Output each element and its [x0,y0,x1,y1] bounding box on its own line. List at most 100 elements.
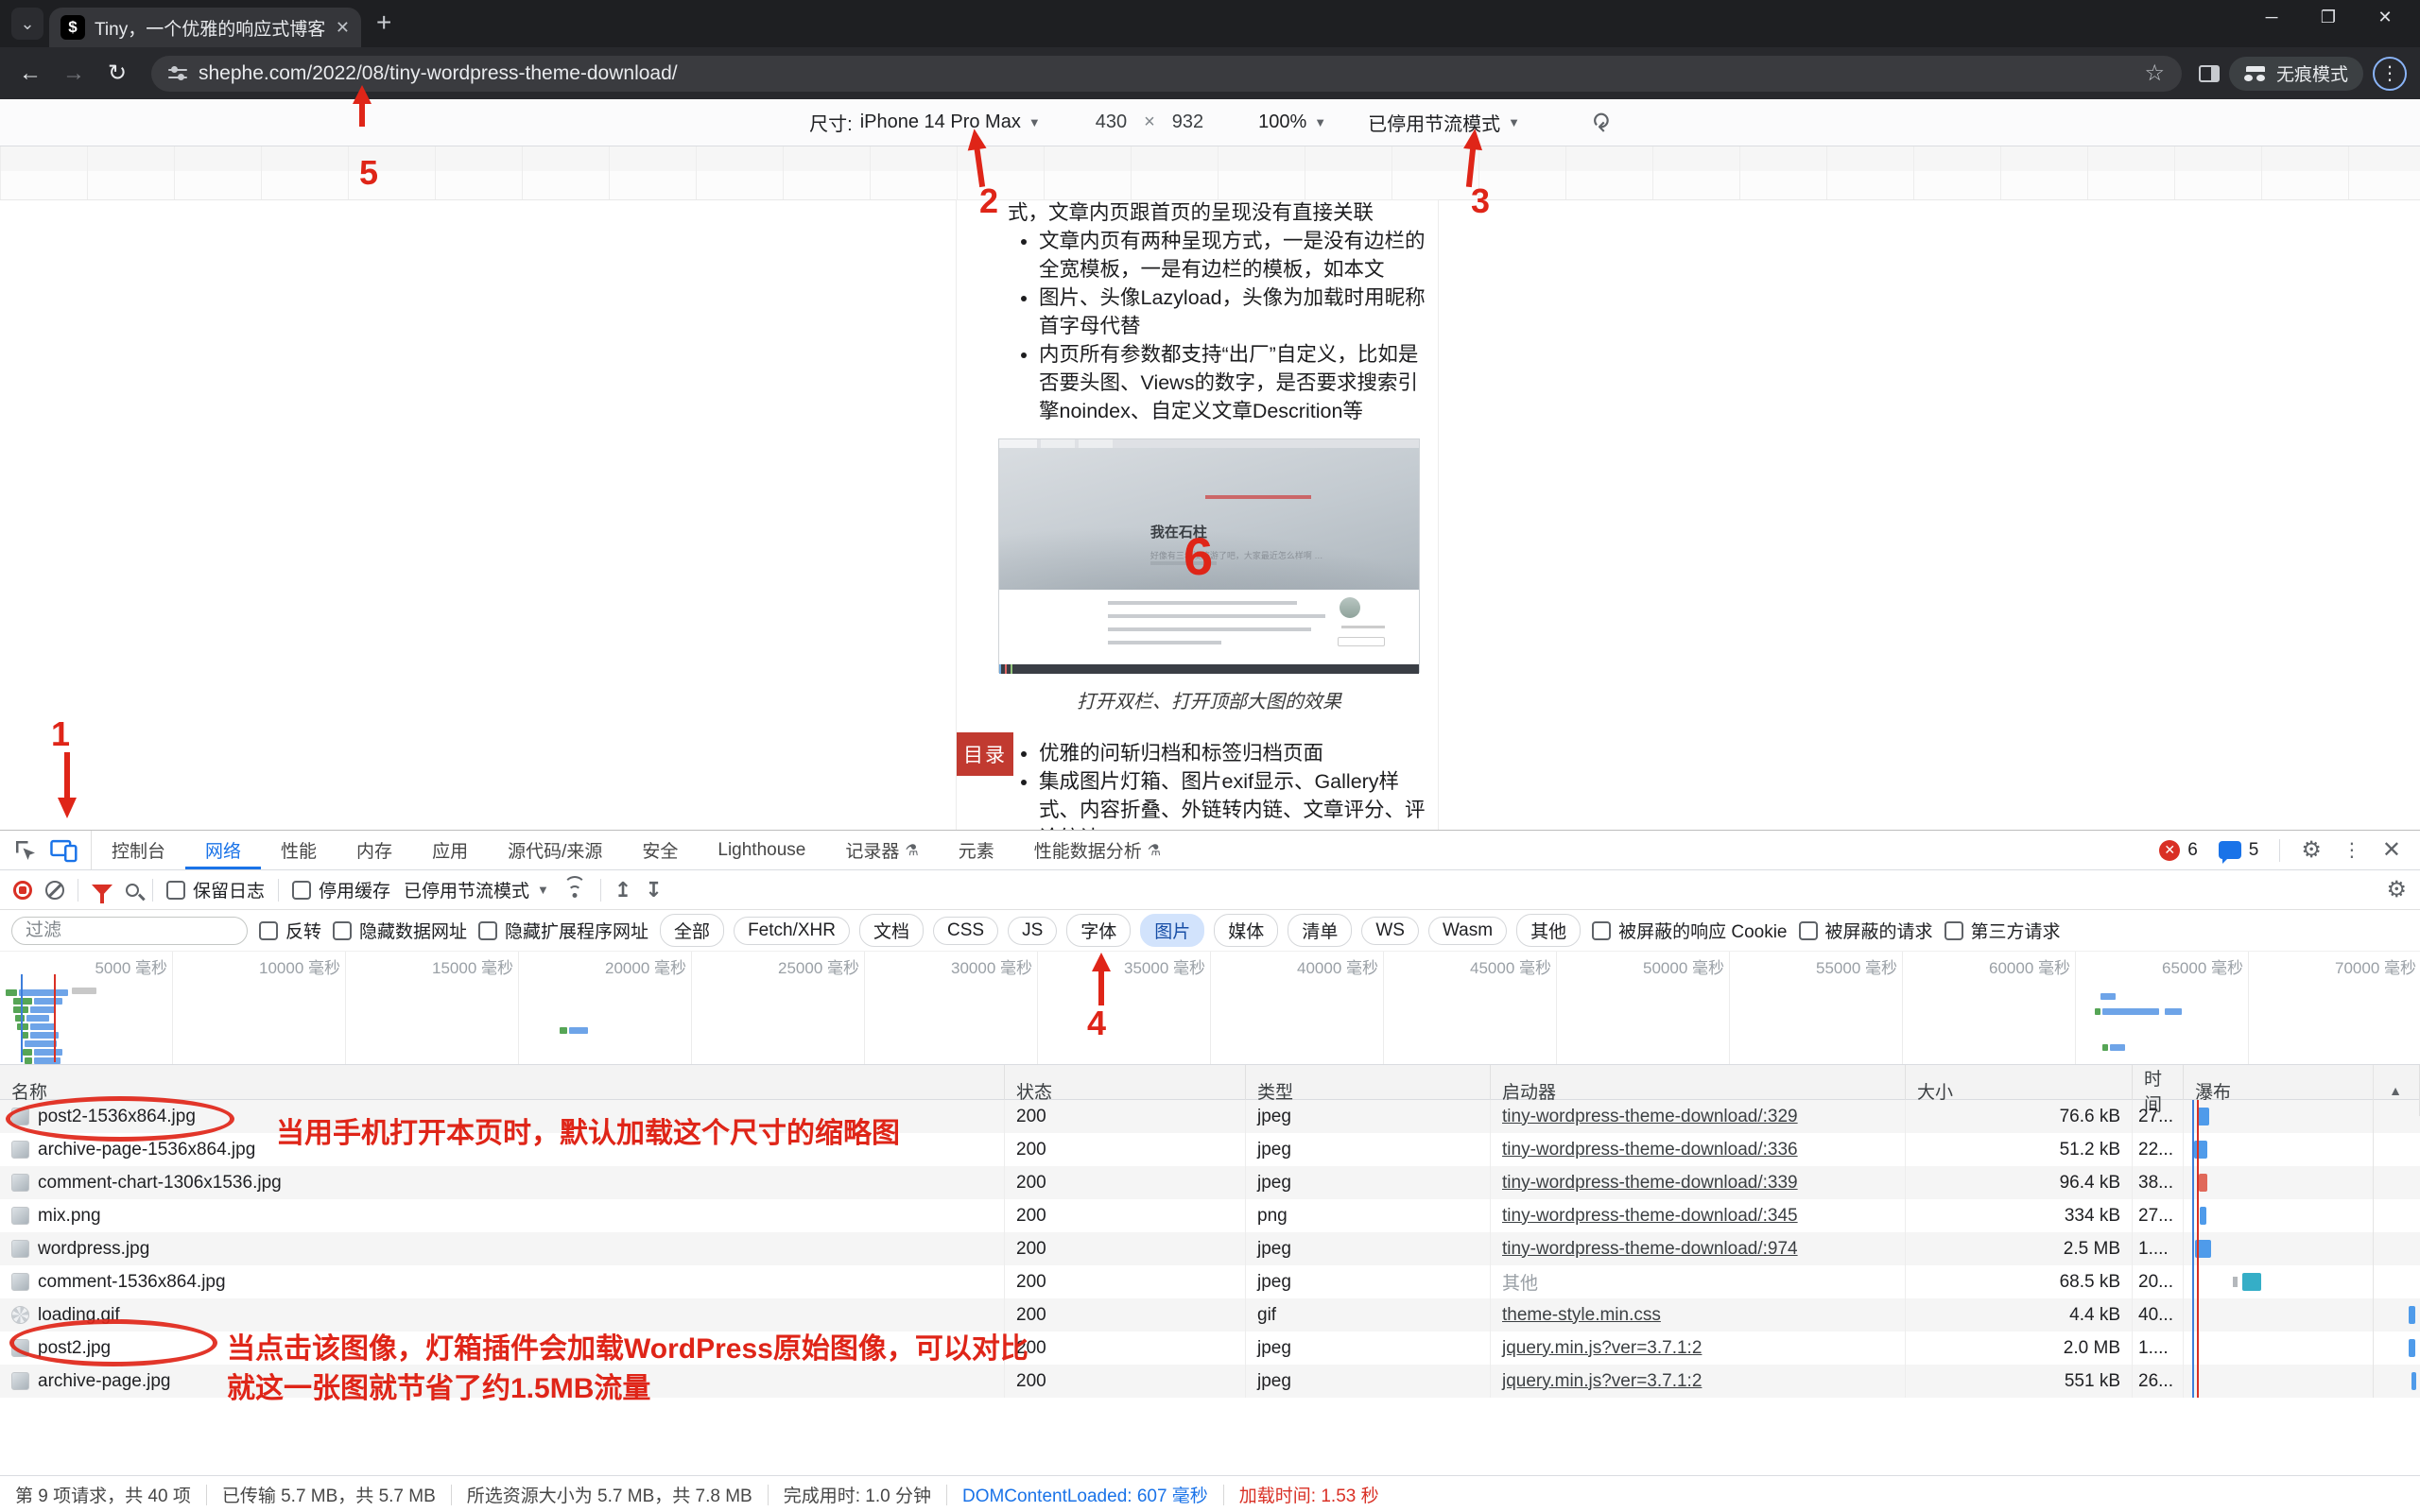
filter-chip-字体[interactable]: 字体 [1066,914,1131,947]
table-row[interactable]: comment-1536x864.jpg200jpeg其他68.5 kB20..… [0,1265,2420,1298]
request-initiator[interactable]: jquery.min.js?ver=3.7.1:2 [1491,1365,1906,1398]
disable-cache-checkbox[interactable]: 停用缓存 [292,877,390,902]
filter-chip-图片[interactable]: 图片 [1140,914,1204,947]
devtools-tab-安全[interactable]: 安全 [622,831,698,869]
request-name-cell[interactable]: comment-1536x864.jpg [0,1265,1005,1298]
devtools-tab-控制台[interactable]: 控制台 [92,831,185,869]
error-badge[interactable]: ✕ 6 [2159,840,2198,861]
hide-extension-urls-checkbox[interactable]: 隐藏扩展程序网址 [478,918,648,943]
devtools-tab-内存[interactable]: 内存 [337,831,412,869]
table-row[interactable]: mix.png200pngtiny-wordpress-theme-downlo… [0,1199,2420,1232]
devtools-settings-gear-icon[interactable]: ⚙ [2301,836,2322,864]
request-initiator[interactable]: tiny-wordpress-theme-download/:336 [1491,1133,1906,1166]
tab-close-icon[interactable]: ✕ [336,18,350,38]
network-conditions-icon[interactable] [562,882,587,899]
filter-chip-CSS[interactable]: CSS [933,917,998,945]
request-name-cell[interactable]: post2-1536x864.jpg [0,1100,1005,1133]
devtools-close-icon[interactable]: ✕ [2382,836,2401,864]
blocked-requests-checkbox[interactable]: 被屏蔽的请求 [1799,918,1933,943]
search-icon[interactable] [126,884,139,897]
zoom-select[interactable]: 100% [1258,112,1306,133]
devtools-tab-网络[interactable]: 网络 [185,831,261,869]
filter-chip-媒体[interactable]: 媒体 [1214,914,1278,947]
issues-badge[interactable]: 5 [2219,840,2259,861]
devtools-menu-icon[interactable]: ⋮ [2342,838,2361,862]
site-settings-icon[interactable] [168,66,187,81]
maximize-button[interactable]: ❐ [2314,8,2342,27]
filter-chip-Wasm[interactable]: Wasm [1428,917,1507,945]
hide-data-urls-checkbox[interactable]: 隐藏数据网址 [333,918,467,943]
table-row[interactable]: archive-page-1536x864.jpg200jpegtiny-wor… [0,1133,2420,1166]
devtools-tab-源代码/来源[interactable]: 源代码/来源 [488,831,622,869]
device-toolbar-toggle-icon[interactable] [49,836,79,865]
devtools-tab-Lighthouse[interactable]: Lighthouse [698,831,825,869]
filter-chip-JS[interactable]: JS [1008,917,1057,945]
request-name-cell[interactable]: mix.png [0,1199,1005,1232]
devtools-tab-记录器[interactable]: 记录器⚗ [825,831,938,869]
tab-search-button[interactable]: ⌄ [11,8,43,40]
forward-button[interactable]: → [57,60,91,87]
table-row[interactable]: loading.gif200giftheme-style.min.css4.4 … [0,1298,2420,1332]
request-name-cell[interactable]: wordpress.jpg [0,1232,1005,1265]
devtools-tab-元素[interactable]: 元素 [939,831,1014,869]
table-row[interactable]: archive-page.jpg200jpegjquery.min.js?ver… [0,1365,2420,1398]
request-initiator[interactable]: tiny-wordpress-theme-download/:329 [1491,1100,1906,1133]
toc-badge[interactable]: 目录 [957,732,1013,776]
filter-chip-清单[interactable]: 清单 [1288,914,1352,947]
checkbox[interactable] [166,881,185,900]
omnibox[interactable]: shephe.com/2022/08/tiny-wordpress-theme-… [151,56,2182,92]
minimize-button[interactable]: ─ [2257,8,2286,27]
viewport-height-field[interactable]: 932 [1172,112,1203,133]
record-network-log-icon[interactable] [13,881,32,900]
devtools-tab-性能[interactable]: 性能 [261,831,337,869]
table-row[interactable]: comment-chart-1306x1536.jpg200jpegtiny-w… [0,1166,2420,1199]
side-panel-icon[interactable] [2199,65,2220,82]
invert-checkbox[interactable]: 反转 [259,918,321,943]
new-tab-button[interactable]: + [376,8,391,38]
bookmark-star-icon[interactable]: ☆ [2144,60,2165,87]
request-initiator[interactable]: jquery.min.js?ver=3.7.1:2 [1491,1332,1906,1365]
import-har-icon[interactable]: ↥ [614,878,631,902]
filter-icon[interactable] [92,885,112,896]
request-name-cell[interactable]: comment-chart-1306x1536.jpg [0,1166,1005,1199]
filter-chip-全部[interactable]: 全部 [660,914,724,947]
window-close-button[interactable]: ✕ [2371,8,2399,27]
filter-input[interactable] [11,917,248,945]
network-throttling-select[interactable]: 已停用节流模式 ▼ [404,877,549,902]
checkbox[interactable] [292,881,311,900]
network-settings-gear-icon[interactable]: ⚙ [2386,876,2407,903]
request-initiator[interactable]: tiny-wordpress-theme-download/:974 [1491,1232,1906,1265]
devtools-tab-应用[interactable]: 应用 [412,831,488,869]
third-party-checkbox[interactable]: 第三方请求 [1945,918,2061,943]
filter-chip-其他[interactable]: 其他 [1516,914,1581,947]
filter-chip-Fetch/XHR[interactable]: Fetch/XHR [734,917,850,945]
filter-chip-文档[interactable]: 文档 [859,914,924,947]
request-name-cell[interactable]: loading.gif [0,1298,1005,1332]
filter-chip-WS[interactable]: WS [1361,917,1419,945]
table-row[interactable]: post2-1536x864.jpg200jpegtiny-wordpress-… [0,1100,2420,1133]
request-name-cell[interactable]: archive-page.jpg [0,1365,1005,1398]
request-initiator[interactable]: theme-style.min.css [1491,1298,1906,1332]
table-row[interactable]: post2.jpg200jpegjquery.min.js?ver=3.7.1:… [0,1332,2420,1365]
blocked-cookies-checkbox[interactable]: 被屏蔽的响应 Cookie [1592,918,1787,943]
request-initiator[interactable]: tiny-wordpress-theme-download/:339 [1491,1166,1906,1199]
browser-menu-button[interactable]: ⋮ [2373,57,2407,91]
request-initiator[interactable]: tiny-wordpress-theme-download/:345 [1491,1199,1906,1232]
export-har-icon[interactable]: ↧ [645,878,662,902]
network-overview-timeline[interactable]: 5000 毫秒10000 毫秒15000 毫秒20000 毫秒25000 毫秒3… [0,952,2420,1065]
throttling-select[interactable]: 已停用节流模式 [1368,109,1500,136]
reload-button[interactable]: ↻ [100,60,134,87]
viewport-width-field[interactable]: 430 [1096,112,1127,133]
url-text[interactable]: shephe.com/2022/08/tiny-wordpress-theme-… [199,62,2133,85]
clear-network-log-icon[interactable] [45,881,64,900]
devtools-tab-性能数据分析[interactable]: 性能数据分析⚗ [1014,831,1181,869]
back-button[interactable]: ← [13,60,47,87]
table-row[interactable]: wordpress.jpg200jpegtiny-wordpress-theme… [0,1232,2420,1265]
preserve-log-checkbox[interactable]: 保留日志 [166,877,265,902]
inspect-element-icon[interactable] [11,836,40,865]
request-name-cell[interactable]: post2.jpg [0,1332,1005,1365]
device-select[interactable]: iPhone 14 Pro Max [860,112,1021,133]
request-name-cell[interactable]: archive-page-1536x864.jpg [0,1133,1005,1166]
rotate-device-icon[interactable]: ⟳ [1585,112,1615,133]
browser-tab[interactable]: $ Tiny，一个优雅的响应式博客主 ✕ [49,8,361,47]
